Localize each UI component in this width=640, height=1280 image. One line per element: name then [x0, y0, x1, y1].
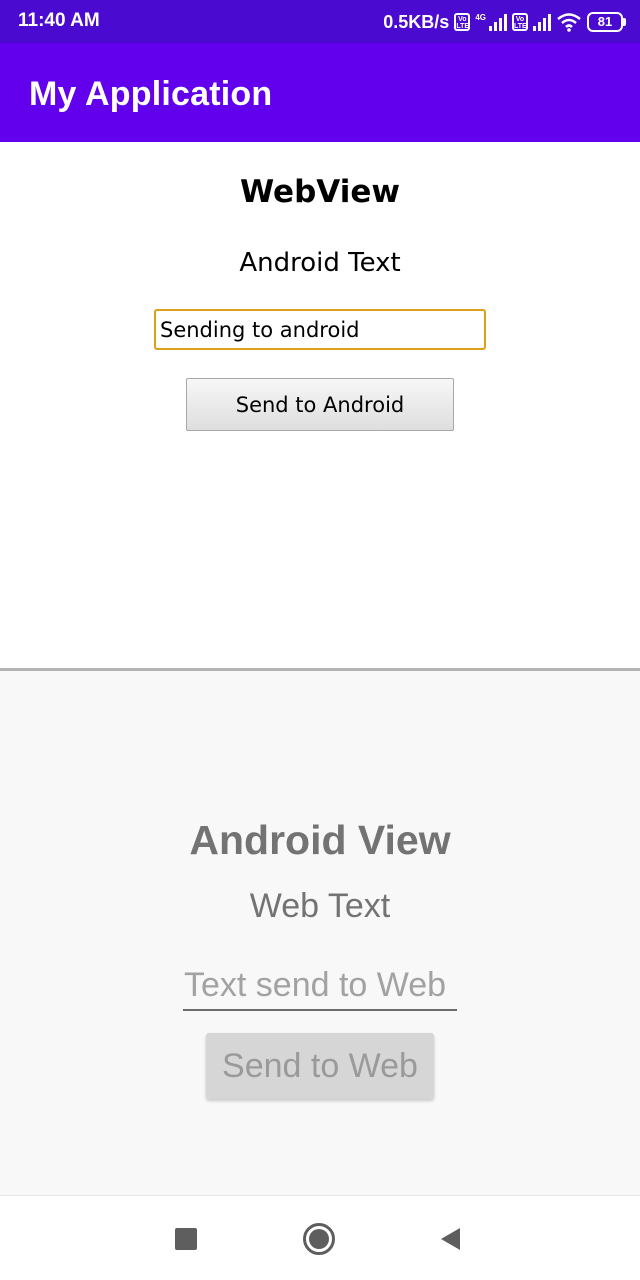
back-button[interactable]: [410, 1196, 490, 1280]
send-to-web-button[interactable]: Send to Web: [206, 1033, 434, 1099]
battery-level: 81: [587, 12, 623, 32]
webview-text-input[interactable]: [154, 309, 486, 350]
app-bar: My Application: [0, 43, 640, 142]
status-bar: 11:40 AM 0.5KB/s Vo LTE 4G Vo LTE 81: [0, 0, 640, 43]
signal-4g-icon: 4G: [475, 13, 507, 31]
wifi-icon: [557, 13, 581, 32]
back-icon: [440, 1227, 460, 1250]
signal-icon: [533, 13, 551, 31]
battery-icon: 81: [587, 12, 626, 32]
navigation-bar: [0, 1195, 640, 1280]
network-speed: 0.5KB/s: [383, 11, 450, 32]
android-view-heading: Android View: [189, 817, 451, 863]
webview-section: WebView Android Text Send to Android: [0, 142, 640, 668]
recents-icon: [175, 1227, 197, 1250]
web-text-label: Web Text: [249, 887, 391, 925]
volte-icon-2: Vo LTE: [512, 13, 528, 31]
home-icon: [303, 1222, 335, 1255]
status-time: 11:40 AM: [18, 10, 100, 31]
status-icons: 0.5KB/s Vo LTE 4G Vo LTE 81: [383, 9, 626, 35]
home-button[interactable]: [279, 1196, 359, 1280]
android-view-section: Android View Web Text Send to Web: [0, 671, 640, 1195]
webview-heading: WebView: [239, 174, 401, 210]
network-type-label: 4G: [475, 13, 486, 22]
volte-icon: Vo LTE: [454, 13, 471, 31]
android-text-label: Android Text: [239, 248, 401, 278]
send-to-android-button[interactable]: Send to Android: [186, 378, 454, 431]
recents-button[interactable]: [146, 1196, 226, 1280]
app-title: My Application: [29, 75, 273, 113]
text-send-to-web-input[interactable]: [183, 961, 457, 1011]
